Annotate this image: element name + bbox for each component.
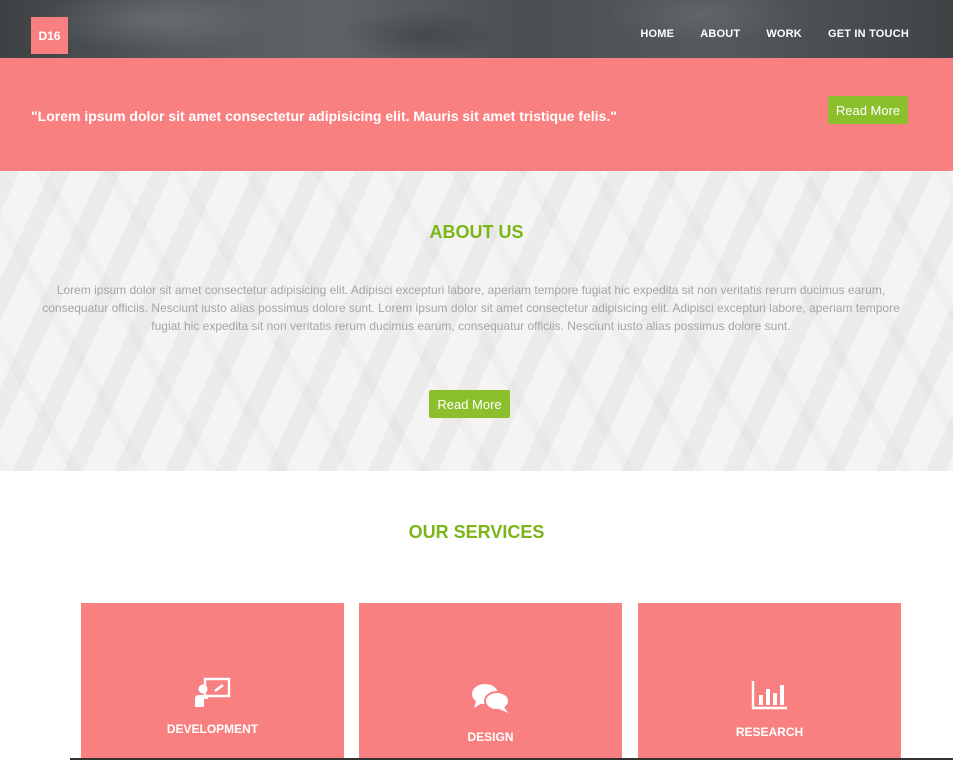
logo[interactable]: D16 (31, 17, 68, 54)
nav-home[interactable]: HOME (640, 28, 674, 40)
header: D16 HOME ABOUT WORK GET IN TOUCH (0, 0, 953, 58)
nav-work[interactable]: WORK (766, 28, 802, 40)
service-label-design: DESIGN (467, 730, 514, 744)
bar-chart-icon (751, 679, 789, 716)
service-label-development: DEVELOPMENT (166, 722, 259, 736)
about-title: ABOUT US (429, 222, 524, 242)
services-title: OUR SERVICES (408, 522, 545, 542)
presentation-icon (194, 677, 232, 714)
service-label-research: RESEARCH (735, 725, 804, 739)
service-card-research[interactable]: RESEARCH (638, 603, 901, 760)
banner-quote: "Lorem ipsum dolor sit amet consectetur … (31, 108, 617, 124)
about-read-more-button[interactable]: Read More (429, 390, 510, 418)
about-section: ABOUT US Lorem ipsum dolor sit amet cons… (0, 171, 953, 471)
about-text: Lorem ipsum dolor sit amet consectetur a… (42, 283, 900, 333)
banner-read-more-button[interactable]: Read More (828, 96, 908, 124)
service-card-development[interactable]: DEVELOPMENT (81, 603, 344, 760)
page: D16 HOME ABOUT WORK GET IN TOUCH "Lorem … (0, 0, 953, 760)
chat-bubbles-icon (471, 682, 511, 721)
quote-banner: "Lorem ipsum dolor sit amet consectetur … (0, 58, 953, 171)
main-nav: HOME ABOUT WORK GET IN TOUCH (640, 28, 909, 40)
service-card-design[interactable]: DESIGN (359, 603, 622, 760)
nav-get-in-touch[interactable]: GET IN TOUCH (828, 28, 909, 40)
nav-about[interactable]: ABOUT (700, 28, 740, 40)
